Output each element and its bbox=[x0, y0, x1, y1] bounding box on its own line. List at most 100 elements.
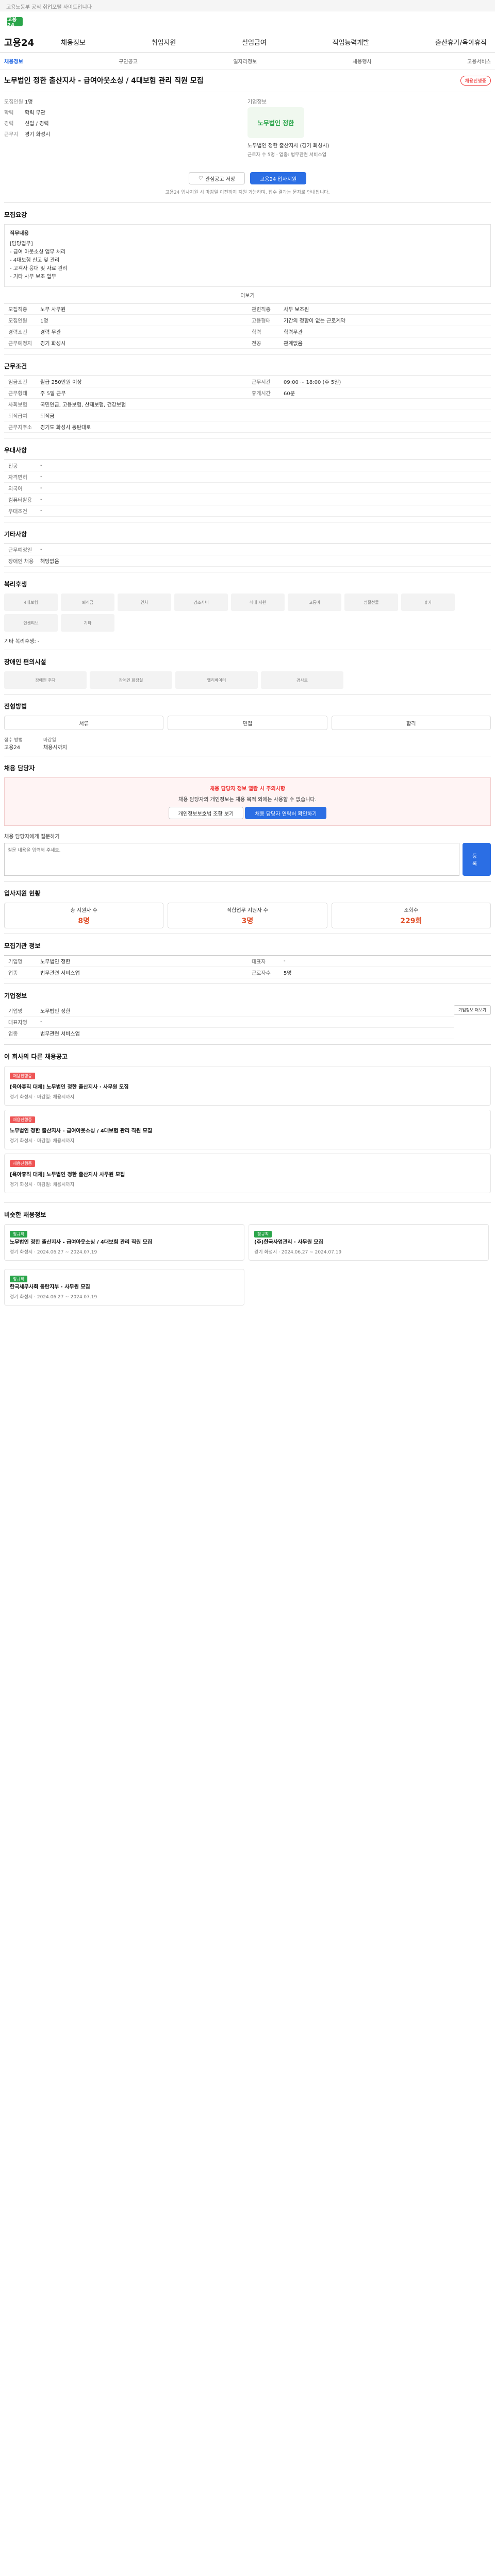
cell-data: 월급 250만원 이상 bbox=[40, 380, 82, 385]
job-card-title[interactable]: 노무법인 정한 출산지사 - 급여아웃소싱 / 4대보험 관리 직원 모집 bbox=[10, 1238, 239, 1245]
cell-data: 노무법인 정한 bbox=[40, 1009, 71, 1014]
heart-icon: ♡ bbox=[198, 175, 203, 181]
cell-data: - bbox=[40, 497, 42, 502]
cell-data: 경력 무관 bbox=[40, 330, 61, 335]
inquiry-input[interactable] bbox=[4, 843, 459, 876]
row-value: 학력 무관 bbox=[25, 110, 45, 116]
inquiry-submit-button[interactable]: 등록 bbox=[462, 843, 491, 876]
more-link[interactable]: 더보기 bbox=[4, 287, 491, 303]
method-value: 고용24 bbox=[4, 745, 21, 751]
welfare-item: 인센티브 bbox=[4, 614, 58, 632]
job-title-row: 노무법인 정한 출산지사 - 급여아웃소싱 / 4대보험 관리 직원 모집 채용… bbox=[4, 70, 491, 92]
subnav-item-info[interactable]: 일자리정보 bbox=[233, 57, 257, 65]
facility-item: 장애인 주차 bbox=[4, 671, 87, 689]
action-buttons: ♡ 관심공고 저장 고용24 입사지원 bbox=[4, 163, 491, 189]
similar-job-card[interactable]: 정규직 (주)한국사업관리 · 사무원 모집 경기 화성시 · 2024.06.… bbox=[249, 1224, 489, 1261]
subnav-item-event[interactable]: 채용행사 bbox=[353, 57, 372, 65]
cell-data: 노무법인 정한 bbox=[40, 959, 71, 965]
company-tags: 근로자 수 5명 · 업종: 법무관련 서비스업 bbox=[248, 152, 326, 158]
gnb-item-leave[interactable]: 출산휴가/육아휴직 bbox=[435, 37, 487, 47]
method-label: 접수 방법 bbox=[4, 738, 23, 743]
subnav-item-service[interactable]: 고용서비스 bbox=[467, 57, 491, 65]
site-logo[interactable]: 고용24 bbox=[7, 17, 23, 28]
top-notice-text: 고용노동부 공식 취업포털 사이트입니다 bbox=[6, 5, 92, 10]
related-job-card[interactable]: 채용진행중 [육아휴직 대체] 노무법인 정한 출산지사 사무원 모집 경기 화… bbox=[4, 1154, 491, 1193]
recruit-table: 모집직종 노무 사무원 관련직종 사무 보조원 모집인원 1명 고용형태 기간의 정함이 없… bbox=[4, 303, 491, 349]
apply-button[interactable]: 고용24 입사지원 bbox=[250, 172, 307, 184]
similar-job-card[interactable]: 정규직 한국세무사회 동탄지부 · 사무원 모집 경기 화성시 · 2024.0… bbox=[4, 1269, 244, 1306]
job-card-title[interactable]: (주)한국사업관리 · 사무원 모집 bbox=[254, 1238, 483, 1245]
brand-title[interactable]: 고용24 bbox=[4, 36, 61, 49]
selection-meta: 접수 방법고용24 마감일 채용시까지 bbox=[4, 736, 491, 751]
table-row: 기업명 노무법인 정한 bbox=[4, 1005, 454, 1016]
table-row: 장애인 채용 해당없음 bbox=[4, 555, 491, 567]
gnb-item-support[interactable]: 취업지원 bbox=[152, 37, 176, 47]
step-item: 합격 bbox=[331, 716, 491, 730]
row-key: 학력 bbox=[4, 110, 14, 116]
similar-job-card[interactable]: 정규직 노무법인 정한 출산지사 - 급여아웃소싱 / 4대보험 관리 직원 모… bbox=[4, 1224, 244, 1261]
gnb-item-training[interactable]: 직업능력개발 bbox=[333, 37, 370, 47]
summary-row: 모집인원 1명 bbox=[4, 97, 248, 105]
job-card-body: 정규직 한국세무사회 동탄지부 · 사무원 모집 경기 화성시 · 2024.0… bbox=[10, 1275, 239, 1300]
similar-section: 비슷한 채용정보 정규직 노무법인 정한 출산지사 - 급여아웃소싱 / 4대보… bbox=[4, 1202, 491, 1315]
cell-head: 사회보험 bbox=[8, 402, 27, 408]
disability-grid: 장애인 주차 장애인 화장실 엘리베이터 경사로 bbox=[4, 671, 491, 689]
reveal-contact-button[interactable]: 채용 담당자 연락처 확인하기 bbox=[245, 807, 327, 819]
subnav-item-posting[interactable]: 구인공고 bbox=[119, 57, 138, 65]
law-button[interactable]: 개인정보보호법 조항 보기 bbox=[168, 807, 244, 819]
cell-data: 법무관련 서비스업 bbox=[40, 971, 80, 976]
job-title: 노무법인 정한 출산지사 - 급여아웃소싱 / 4대보험 관리 직원 모집 bbox=[4, 77, 204, 85]
job-card-title[interactable]: 노무법인 정한 출산지사 - 급여아웃소싱 / 4대보험 관리 직원 모집 bbox=[10, 1126, 485, 1134]
job-card-title[interactable]: 한국세무사회 동탄지부 · 사무원 모집 bbox=[10, 1282, 239, 1290]
summary-row: 근무지 경기 화성시 bbox=[4, 130, 248, 138]
company-logo: 노무법인 정한 bbox=[248, 107, 304, 138]
job-card-body: 정규직 (주)한국사업관리 · 사무원 모집 경기 화성시 · 2024.06.… bbox=[254, 1230, 483, 1255]
stat-card: 조회수 229회 bbox=[331, 903, 491, 928]
cell-head: 임금조건 bbox=[8, 380, 27, 385]
subnav-item-jobs[interactable]: 채용정보 bbox=[4, 57, 23, 65]
cell-data: 기간의 정함이 없는 근로계약 bbox=[284, 318, 345, 324]
gnb-item-jobs[interactable]: 채용정보 bbox=[61, 37, 86, 47]
deadline-block: 마감일 채용시까지 bbox=[43, 736, 67, 751]
cell-head: 학력 bbox=[252, 330, 261, 335]
logo-bar: 고용24 bbox=[0, 11, 495, 32]
welfare-item: 교통비 bbox=[288, 594, 341, 611]
cell-data: 경기도 화성시 동탄대로 bbox=[40, 425, 91, 431]
cell-head: 대표자 bbox=[252, 959, 266, 965]
section-title: 입사지원 현황 bbox=[4, 890, 41, 897]
cell-head: 컴퓨터활용 bbox=[8, 498, 32, 503]
cell-head: 전공 bbox=[252, 341, 261, 347]
summary-row: 학력 학력 무관 bbox=[4, 108, 248, 116]
cell-data: 1명 bbox=[40, 318, 48, 324]
cell-head: 근무시간 bbox=[252, 380, 271, 385]
cell-data: 주 5일 근무 bbox=[40, 391, 66, 397]
stat-card: 적합업무 지원자 수 3명 bbox=[168, 903, 327, 928]
cell-data: - bbox=[40, 485, 42, 491]
welfare-item: 경조사비 bbox=[174, 594, 228, 611]
related-job-card[interactable]: 채용진행중 [육아휴직 대체] 노무법인 정한 출산지사 · 사무원 모집 경기… bbox=[4, 1066, 491, 1106]
save-job-button[interactable]: ♡ 관심공고 저장 bbox=[188, 172, 245, 184]
table-row: 모집인원 1명 고용형태 기간의 정함이 없는 근로계약 bbox=[4, 315, 491, 326]
duty-box: 직무내용 [담당업무] - 급여 아웃소싱 업무 처리 - 4대보험 신고 및 … bbox=[4, 224, 491, 287]
table-row: 근무예정지 경기 화성시 전공 관계없음 bbox=[4, 337, 491, 349]
job-card-title[interactable]: [육아휴직 대체] 노무법인 정한 출산지사 · 사무원 모집 bbox=[10, 1082, 485, 1090]
stat-label: 조회수 bbox=[404, 907, 419, 913]
cell-data: - bbox=[40, 547, 42, 552]
section-title: 우대사항 bbox=[4, 447, 27, 454]
cell-head: 모집직종 bbox=[8, 307, 27, 313]
stat-value: 229회 bbox=[400, 917, 422, 925]
section-title: 모집기관 정보 bbox=[4, 942, 41, 950]
inquiry-row: 등록 bbox=[4, 843, 491, 876]
stat-value: 8명 bbox=[78, 917, 90, 925]
welfare-note: 기타 복리후생: - bbox=[4, 639, 40, 645]
notice-head: 채용 담당자 정보 열람 시 주의사항 bbox=[209, 786, 286, 792]
job-card-title[interactable]: [육아휴직 대체] 노무법인 정한 출산지사 사무원 모집 bbox=[10, 1170, 485, 1178]
facility-item: 장애인 화장실 bbox=[90, 671, 172, 689]
cell-data: 노무 사무원 bbox=[40, 307, 66, 313]
related-job-card[interactable]: 채용진행중 노무법인 정한 출산지사 - 급여아웃소싱 / 4대보험 관리 직원… bbox=[4, 1110, 491, 1149]
company-more-button[interactable]: 기업정보 더보기 bbox=[453, 1005, 491, 1015]
gnb-item-benefit[interactable]: 실업급여 bbox=[242, 37, 267, 47]
table-row: 퇴직급여 퇴직금 bbox=[4, 410, 491, 421]
inquiry-label: 채용 담당자에게 질문하기 bbox=[4, 834, 60, 840]
cell-head: 전공 bbox=[8, 464, 18, 469]
